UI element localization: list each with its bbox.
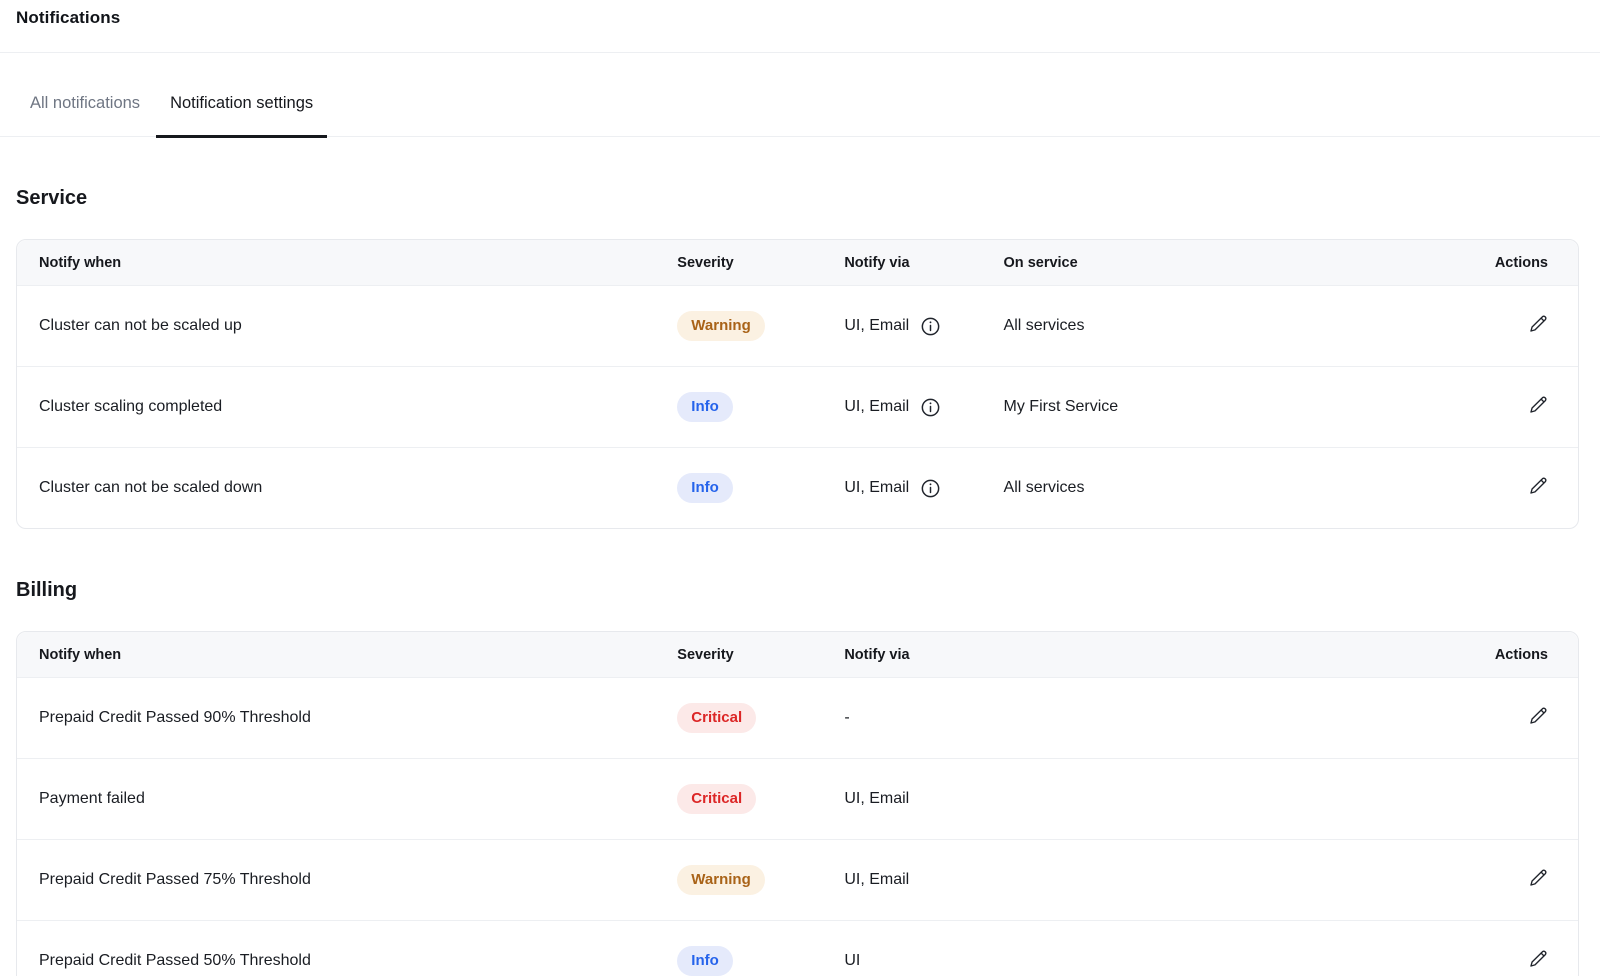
settings-table-wrap: Notify whenSeverityNotify viaActions Pre… [16, 631, 1579, 976]
severity-badge: Info [677, 473, 733, 503]
severity-badge: Warning [677, 311, 764, 341]
notify-via-text: UI, Email [844, 398, 909, 416]
column-header-severity: Severity [677, 240, 844, 285]
on-service-cell: All services [1004, 285, 1419, 366]
pencil-icon [1529, 476, 1548, 495]
severity-cell: Warning [677, 839, 844, 920]
column-header-actions: Actions [1419, 632, 1578, 677]
notify-via-text: UI, Email [844, 317, 909, 335]
actions-cell [1419, 677, 1578, 758]
settings-section: Billing Notify whenSeverityNotify viaAct… [0, 578, 1600, 976]
severity-cell: Info [677, 447, 844, 528]
table-header: Notify whenSeverityNotify viaActions [17, 632, 1578, 677]
notify-via-cell: - [844, 677, 1418, 758]
severity-badge: Critical [677, 703, 756, 733]
table-row: Prepaid Credit Passed 90% ThresholdCriti… [17, 677, 1578, 758]
notify-when-cell: Cluster can not be scaled down [17, 447, 677, 528]
notify-via-text: UI, Email [844, 479, 909, 497]
pencil-icon [1529, 395, 1548, 414]
notify-via-cell: UI, Email [844, 366, 1003, 447]
notify-when-cell: Cluster can not be scaled up [17, 285, 677, 366]
column-header-notify-via: Notify via [844, 240, 1003, 285]
table-row: Cluster can not be scaled upWarning UI, E… [17, 285, 1578, 366]
info-icon[interactable] [920, 316, 941, 337]
notifications-page: Notifications All notificationsNotificat… [0, 0, 1600, 976]
sections: Service Notify whenSeverityNotify viaOn … [0, 186, 1600, 976]
severity-badge: Warning [677, 865, 764, 895]
page-header: Notifications [0, 0, 1600, 30]
pencil-icon [1529, 706, 1548, 725]
tab-notification-settings[interactable]: Notification settings [156, 92, 327, 138]
notify-via-cell: UI [844, 920, 1418, 976]
severity-cell: Critical [677, 758, 844, 839]
page-title: Notifications [16, 6, 1584, 30]
notify-via-text: UI, Email [844, 790, 909, 808]
table-row: Cluster scaling completedInfo UI, Email My… [17, 366, 1578, 447]
severity-cell: Info [677, 920, 844, 976]
table-header: Notify whenSeverityNotify viaOn serviceA… [17, 240, 1578, 285]
notify-via-cell: UI, Email [844, 839, 1418, 920]
tab-all-notifications[interactable]: All notifications [16, 92, 154, 138]
notify-via-text: - [844, 709, 849, 727]
notify-when-cell: Prepaid Credit Passed 75% Threshold [17, 839, 677, 920]
column-header-notify-via: Notify via [844, 632, 1418, 677]
table-row: Prepaid Credit Passed 75% ThresholdWarni… [17, 839, 1578, 920]
severity-badge: Info [677, 392, 733, 422]
severity-badge: Critical [677, 784, 756, 814]
actions-cell [1419, 920, 1578, 976]
notify-via-cell: UI, Email [844, 285, 1003, 366]
info-icon[interactable] [920, 478, 941, 499]
column-header-notify-when: Notify when [17, 240, 677, 285]
edit-button[interactable] [1529, 476, 1548, 495]
severity-cell: Critical [677, 677, 844, 758]
pencil-icon [1529, 949, 1548, 968]
notify-via-text: UI, Email [844, 871, 909, 889]
edit-button[interactable] [1529, 314, 1548, 333]
tab-bar: All notificationsNotification settings [0, 92, 1600, 137]
notify-when-cell: Prepaid Credit Passed 90% Threshold [17, 677, 677, 758]
table-row: Payment failedCritical UI, Email [17, 758, 1578, 839]
column-header-severity: Severity [677, 632, 844, 677]
column-header-on-service: On service [1004, 240, 1419, 285]
edit-button[interactable] [1529, 868, 1548, 887]
severity-cell: Warning [677, 285, 844, 366]
section-heading-billing: Billing [16, 578, 1584, 602]
actions-cell [1419, 839, 1578, 920]
column-header-actions: Actions [1419, 240, 1578, 285]
on-service-cell: My First Service [1004, 366, 1419, 447]
on-service-cell: All services [1004, 447, 1419, 528]
actions-cell [1419, 447, 1578, 528]
severity-badge: Info [677, 946, 733, 976]
notify-when-cell: Payment failed [17, 758, 677, 839]
notify-when-cell: Cluster scaling completed [17, 366, 677, 447]
actions-cell [1419, 366, 1578, 447]
pencil-icon [1529, 868, 1548, 887]
notify-when-cell: Prepaid Credit Passed 50% Threshold [17, 920, 677, 976]
edit-button[interactable] [1529, 949, 1548, 968]
settings-section: Service Notify whenSeverityNotify viaOn … [0, 186, 1600, 529]
actions-cell [1419, 285, 1578, 366]
column-header-notify-when: Notify when [17, 632, 677, 677]
info-icon[interactable] [920, 397, 941, 418]
header-divider [0, 52, 1600, 53]
pencil-icon [1529, 314, 1548, 333]
edit-button[interactable] [1529, 706, 1548, 725]
edit-button[interactable] [1529, 395, 1548, 414]
settings-table: Notify whenSeverityNotify viaOn serviceA… [16, 239, 1579, 529]
section-heading-service: Service [16, 186, 1584, 210]
settings-table: Notify whenSeverityNotify viaActions Pre… [16, 631, 1579, 976]
table-row: Cluster can not be scaled downInfo UI, Em… [17, 447, 1578, 528]
severity-cell: Info [677, 366, 844, 447]
notify-via-text: UI [844, 952, 860, 970]
notify-via-cell: UI, Email [844, 447, 1003, 528]
table-row: Prepaid Credit Passed 50% ThresholdInfo U… [17, 920, 1578, 976]
actions-cell [1419, 758, 1578, 839]
notify-via-cell: UI, Email [844, 758, 1418, 839]
settings-table-wrap: Notify whenSeverityNotify viaOn serviceA… [16, 239, 1579, 529]
